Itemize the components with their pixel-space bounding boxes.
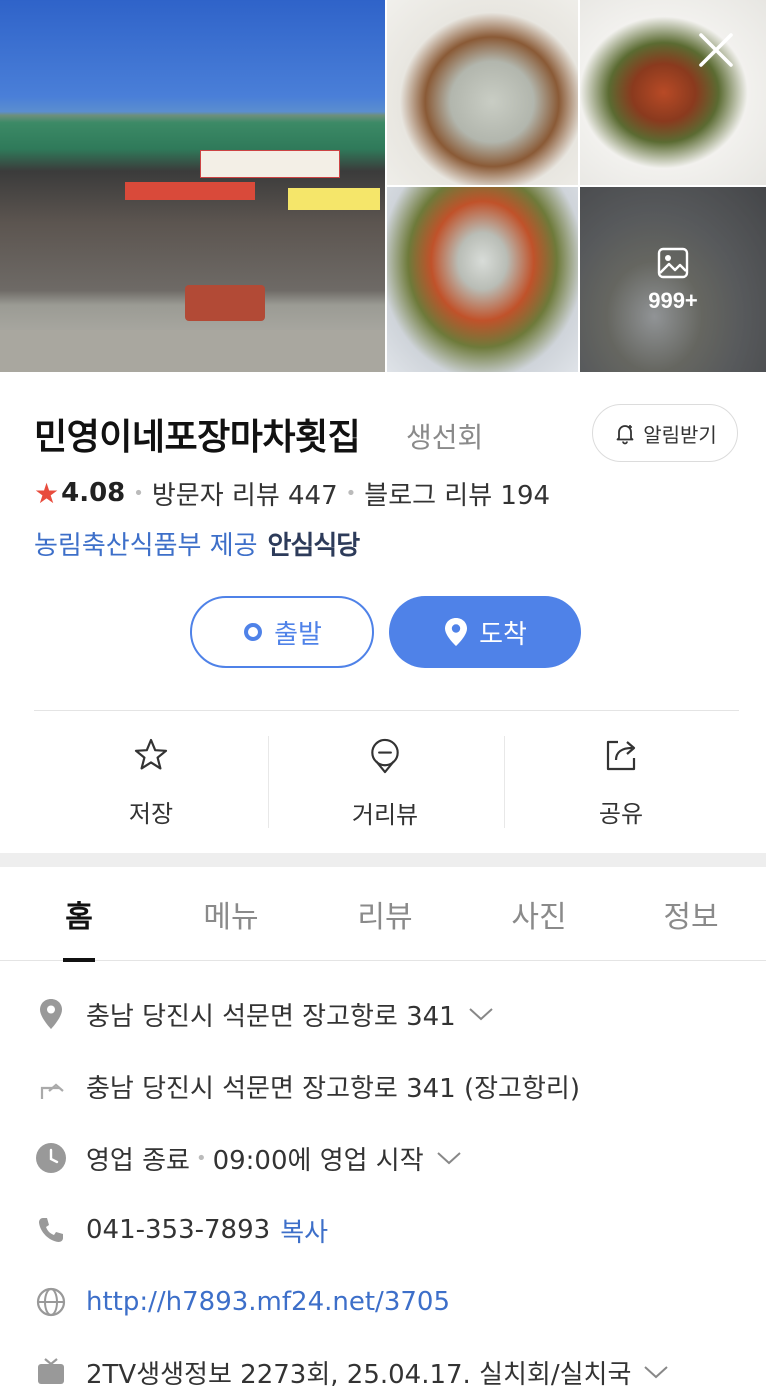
- food-photo[interactable]: [387, 0, 578, 185]
- copy-phone-button[interactable]: 복사: [280, 1212, 328, 1249]
- storefront-road-decor: [0, 330, 385, 372]
- storefront-pot-decor: [185, 285, 265, 321]
- storefront-sign-decor: [288, 188, 380, 210]
- tab-info[interactable]: 정보: [646, 867, 736, 961]
- alarm-button[interactable]: 알림받기: [592, 404, 738, 462]
- tv-text: 2TV생생정보 2273회, 25.04.17. 실치회/실치국: [86, 1359, 632, 1390]
- separator-dot: •: [133, 482, 144, 504]
- turn-arrow-icon: [34, 1069, 68, 1103]
- tab-home-label: 홈: [65, 900, 93, 935]
- hours-row[interactable]: 영업 종료 • 09:00에 영업 시작: [34, 1138, 462, 1178]
- place-name: 민영이네포장마차횟집: [34, 417, 361, 458]
- image-icon: [657, 247, 689, 278]
- share-icon: [606, 740, 636, 771]
- arrive-route-button[interactable]: 도착: [389, 596, 581, 668]
- clock-icon: [34, 1141, 68, 1175]
- arrive-label: 도착: [479, 619, 527, 650]
- tab-review[interactable]: 리뷰: [340, 867, 430, 961]
- divider: [34, 710, 739, 711]
- more-photos-count: 999+: [648, 287, 698, 313]
- storefront-photo[interactable]: [0, 0, 385, 372]
- start-route-button[interactable]: 출발: [190, 596, 374, 668]
- food-photo[interactable]: [387, 187, 578, 372]
- safe-restaurant-badge: 안심식당: [267, 530, 361, 561]
- blog-review-link[interactable]: 블로그 리뷰 194: [364, 475, 550, 512]
- chevron-down-icon: [469, 1008, 493, 1021]
- photo-gallery: 999+: [0, 0, 766, 372]
- street-view-label: 거리뷰: [351, 801, 419, 829]
- share-button[interactable]: 공유: [504, 736, 738, 830]
- old-address-text: 충남 당진시 석문면 장고항로 341 (장고항리): [86, 1073, 580, 1104]
- more-photos-button[interactable]: 999+: [580, 187, 766, 372]
- location-pin-icon: [34, 997, 68, 1031]
- share-label: 공유: [598, 800, 644, 828]
- chevron-down-icon: [436, 1152, 461, 1165]
- street-view-button[interactable]: 거리뷰: [268, 736, 502, 830]
- active-tab-indicator: [63, 958, 95, 962]
- close-icon: [699, 33, 733, 67]
- tab-info-label: 정보: [663, 900, 719, 935]
- tab-bar: 홈 메뉴 리뷰 사진 정보: [0, 867, 766, 962]
- save-button[interactable]: 저장: [34, 736, 268, 830]
- provider-link[interactable]: 농림축산식품부 제공: [34, 525, 258, 562]
- save-label: 저장: [128, 800, 174, 828]
- phone-row: 041-353-7893 복사: [34, 1210, 328, 1250]
- alarm-label: 알림받기: [643, 422, 717, 447]
- address-text: 충남 당진시 석문면 장고항로 341: [86, 1001, 456, 1032]
- storefront-sign-decor: [125, 182, 255, 200]
- chevron-down-icon: [644, 1366, 669, 1379]
- separator-dot: •: [195, 1147, 207, 1169]
- tab-photo-label: 사진: [511, 900, 567, 935]
- place-category: 생선회: [406, 421, 484, 454]
- separator-dot: •: [345, 482, 357, 504]
- website-link[interactable]: http://h7893.mf24.net/3705: [86, 1287, 450, 1317]
- status-text: 영업 종료: [86, 1145, 190, 1176]
- location-pin-icon: [445, 618, 468, 646]
- tab-menu[interactable]: 메뉴: [186, 867, 276, 961]
- website-row: http://h7893.mf24.net/3705: [34, 1282, 450, 1322]
- tab-menu-label: 메뉴: [203, 900, 259, 935]
- bell-icon: [616, 425, 634, 445]
- rating-row: ★ 4.08 • 방문자 리뷰 447 • 블로그 리뷰 194: [34, 474, 550, 512]
- address-row[interactable]: 충남 당진시 석문면 장고항로 341: [34, 994, 494, 1034]
- star-icon: ★: [34, 476, 60, 510]
- hours-text: 09:00에 영업 시작: [212, 1145, 424, 1176]
- title-row: 민영이네포장마차횟집 생선회 알림받기: [34, 404, 739, 462]
- close-button[interactable]: [692, 26, 740, 74]
- storefront-sign-decor: [200, 150, 340, 178]
- section-divider: [0, 853, 766, 867]
- street-view-pin-icon: [371, 738, 399, 774]
- phone-number[interactable]: 041-353-7893: [86, 1215, 270, 1245]
- tab-home[interactable]: 홈: [34, 867, 124, 962]
- tab-review-label: 리뷰: [357, 900, 413, 935]
- visitor-review-link[interactable]: 방문자 리뷰 447: [152, 475, 338, 512]
- provider-row: 농림축산식품부 제공 안심식당: [34, 524, 361, 562]
- tv-row[interactable]: 2TV생생정보 2273회, 25.04.17. 실치회/실치국: [34, 1352, 669, 1392]
- old-address-row: 충남 당진시 석문면 장고항로 341 (장고항리): [34, 1066, 580, 1106]
- star-outline-icon: [134, 738, 168, 770]
- rating-score: 4.08: [61, 478, 126, 508]
- phone-icon: [34, 1213, 68, 1247]
- globe-icon: [34, 1285, 68, 1319]
- origin-dot-icon: [244, 623, 263, 641]
- tv-icon: [34, 1355, 68, 1389]
- start-label: 출발: [274, 619, 322, 650]
- tab-photo[interactable]: 사진: [494, 867, 584, 961]
